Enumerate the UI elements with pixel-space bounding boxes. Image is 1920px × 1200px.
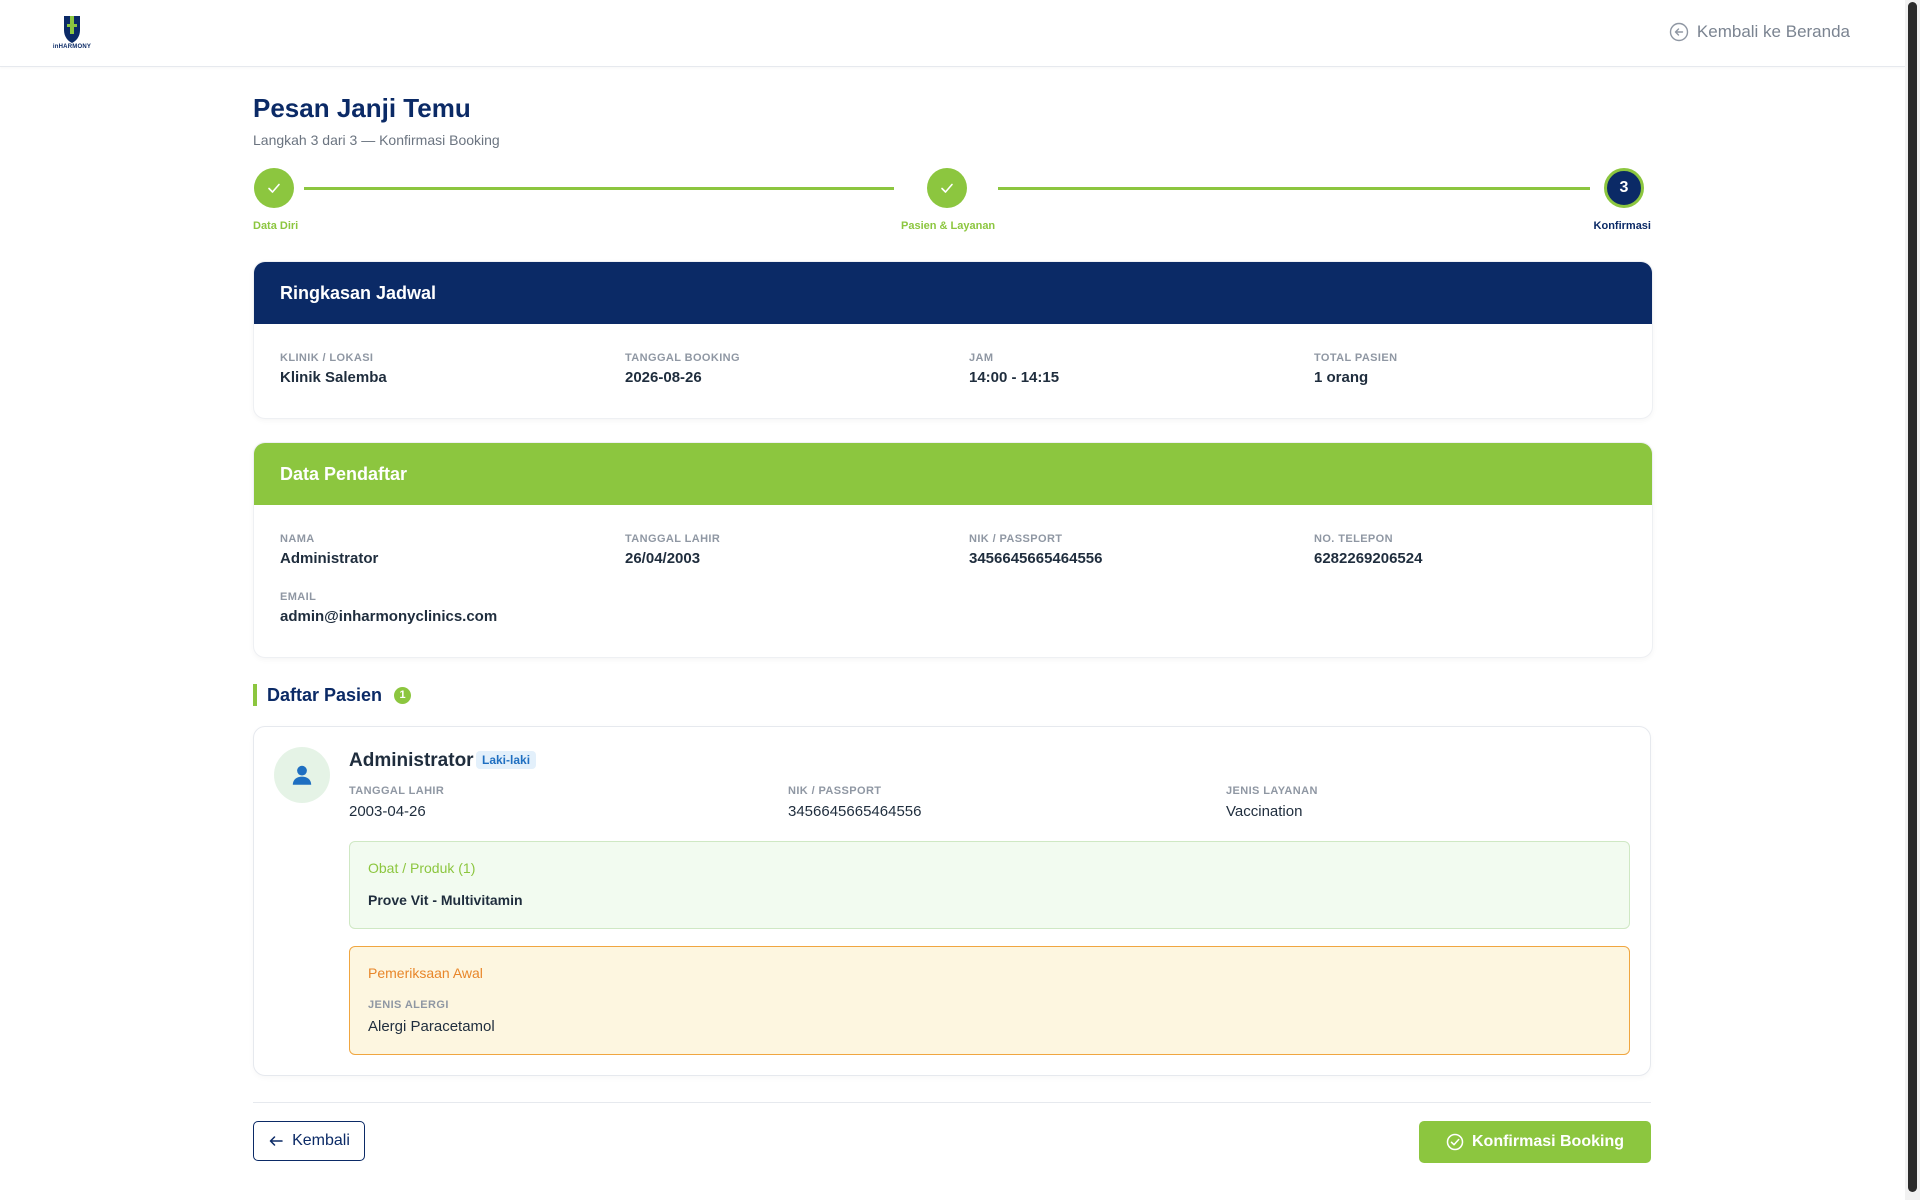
step-connector-2	[998, 187, 1590, 190]
clinic-logo[interactable]: inHARMONY	[50, 14, 94, 54]
avatar	[274, 747, 330, 803]
field-label: TANGGAL LAHIR	[349, 785, 445, 797]
field-label: NAMA	[280, 533, 315, 545]
field-value: admin@inharmonyclinics.com	[280, 608, 498, 625]
back-button[interactable]: Kembali	[253, 1121, 365, 1161]
field-label: TOTAL PASIEN	[1314, 352, 1398, 364]
allergy-value: Alergi Paracetamol	[368, 1018, 495, 1035]
footer-divider	[253, 1102, 1651, 1103]
field-value: 2003-04-26	[349, 803, 426, 820]
patient-count-badge: 1	[394, 686, 412, 704]
field-value: 26/04/2003	[625, 550, 701, 567]
product-item: Prove Vit - Multivitamin	[368, 892, 523, 908]
field-label: TANGGAL LAHIR	[625, 533, 721, 545]
page-subtitle: Langkah 3 dari 3 — Konfirmasi Booking	[253, 132, 500, 148]
back-to-home-label: Kembali ke Beranda	[1696, 22, 1850, 41]
field-value: 1 orang	[1314, 369, 1369, 386]
step-label-konfirmasi: Konfirmasi	[1593, 220, 1651, 232]
check-icon	[941, 183, 953, 193]
birth-date-field: TANGGAL LAHIR 26/04/2003	[625, 533, 720, 567]
nik-passport-field: NIK / PASSPORT 3456645665464556	[969, 533, 1102, 567]
clinic-field: KLINIK / LOKASI Klinik Salemba	[280, 352, 387, 386]
logo-shield-icon	[64, 16, 80, 43]
field-value: 14:00 - 14:15	[969, 369, 1060, 386]
page-title: Pesan Janji Temu	[253, 93, 471, 123]
initial-exam-title: Pemeriksaan Awal	[368, 965, 483, 981]
back-button-label: Kembali	[292, 1132, 350, 1149]
field-label: NO. TELEPON	[1314, 533, 1393, 545]
schedule-summary-title: Ringkasan Jadwal	[254, 262, 1652, 324]
confirm-booking-label: Konfirmasi Booking	[1471, 1133, 1624, 1150]
patient-birth-date: TANGGAL LAHIR 2003-04-26	[349, 785, 444, 820]
check-circle-icon	[1446, 1133, 1464, 1151]
field-value: 2026-08-26	[625, 369, 702, 386]
patient-card: Administrator Laki-laki TANGGAL LAHIR 20…	[253, 726, 1651, 1076]
step-label-data-diri: Data Diri	[253, 220, 299, 232]
field-label: NIK / PASSPORT	[788, 785, 882, 797]
products-box: Obat / Produk (1) Prove Vit - Multivitam…	[349, 841, 1630, 929]
check-icon	[268, 183, 280, 193]
allergy-label: JENIS ALERGI	[368, 999, 449, 1011]
field-label: EMAIL	[280, 591, 317, 603]
back-to-home-link[interactable]: Kembali ke Beranda	[1669, 22, 1850, 42]
field-label: JAM	[969, 352, 994, 364]
logo-text: inHARMONY	[52, 44, 92, 50]
phone-field: NO. TELEPON 6282269206524	[1314, 533, 1422, 567]
top-bar: inHARMONY Kembali ke Beranda	[0, 0, 1905, 67]
patient-name: Administrator	[349, 750, 474, 771]
time-field: JAM 14:00 - 14:15	[969, 352, 1059, 386]
initial-exam-box: Pemeriksaan Awal JENIS ALERGI Alergi Par…	[349, 946, 1630, 1055]
patient-list-title: Daftar Pasien	[267, 684, 383, 705]
email-field: EMAIL admin@inharmonyclinics.com	[280, 591, 497, 625]
user-icon	[292, 765, 312, 785]
page-scrollbar[interactable]	[1905, 0, 1920, 1200]
step-1-circle	[254, 168, 294, 208]
booking-stepper: 3 Data Diri Pasien & Layanan Konfirmasi	[253, 168, 1651, 238]
total-patients-field: TOTAL PASIEN 1 orang	[1314, 352, 1397, 386]
booking-date-field: TANGGAL BOOKING 2026-08-26	[625, 352, 740, 386]
registrant-title: Data Pendaftar	[254, 443, 1652, 505]
field-label: TANGGAL BOOKING	[625, 352, 740, 364]
field-value: Administrator	[280, 550, 379, 567]
step-2-circle	[927, 168, 967, 208]
arrow-left-icon	[269, 1136, 283, 1146]
field-label: KLINIK / LOKASI	[280, 352, 374, 364]
field-value: Klinik Salemba	[280, 369, 387, 386]
patient-list-heading: Daftar Pasien 1	[253, 684, 412, 706]
field-value: 3456645665464556	[788, 803, 922, 820]
schedule-summary-card: Ringkasan Jadwal KLINIK / LOKASI Klinik …	[253, 261, 1653, 419]
arrow-left-circle-icon	[1669, 22, 1689, 42]
patient-nik-passport: NIK / PASSPORT 3456645665464556	[788, 785, 921, 820]
step-label-pasien-layanan: Pasien & Layanan	[901, 220, 996, 232]
registrant-card: Data Pendaftar NAMA Administrator TANGGA…	[253, 442, 1653, 658]
field-value: 6282269206524	[1314, 550, 1423, 567]
field-value: 3456645665464556	[969, 550, 1103, 567]
step-3-circle: 3	[1604, 168, 1644, 208]
field-label: NIK / PASSPORT	[969, 533, 1063, 545]
scrollbar-thumb[interactable]	[1908, 2, 1917, 1192]
gender-badge: Laki-laki	[476, 751, 537, 769]
products-title: Obat / Produk (1)	[368, 860, 476, 876]
field-label: JENIS LAYANAN	[1226, 785, 1318, 797]
name-field: NAMA Administrator	[280, 533, 378, 567]
confirm-booking-button[interactable]: Konfirmasi Booking	[1419, 1121, 1651, 1163]
step-connector-1	[304, 187, 894, 190]
field-value: Vaccination	[1226, 803, 1303, 820]
patient-service-type: JENIS LAYANAN Vaccination	[1226, 785, 1318, 820]
